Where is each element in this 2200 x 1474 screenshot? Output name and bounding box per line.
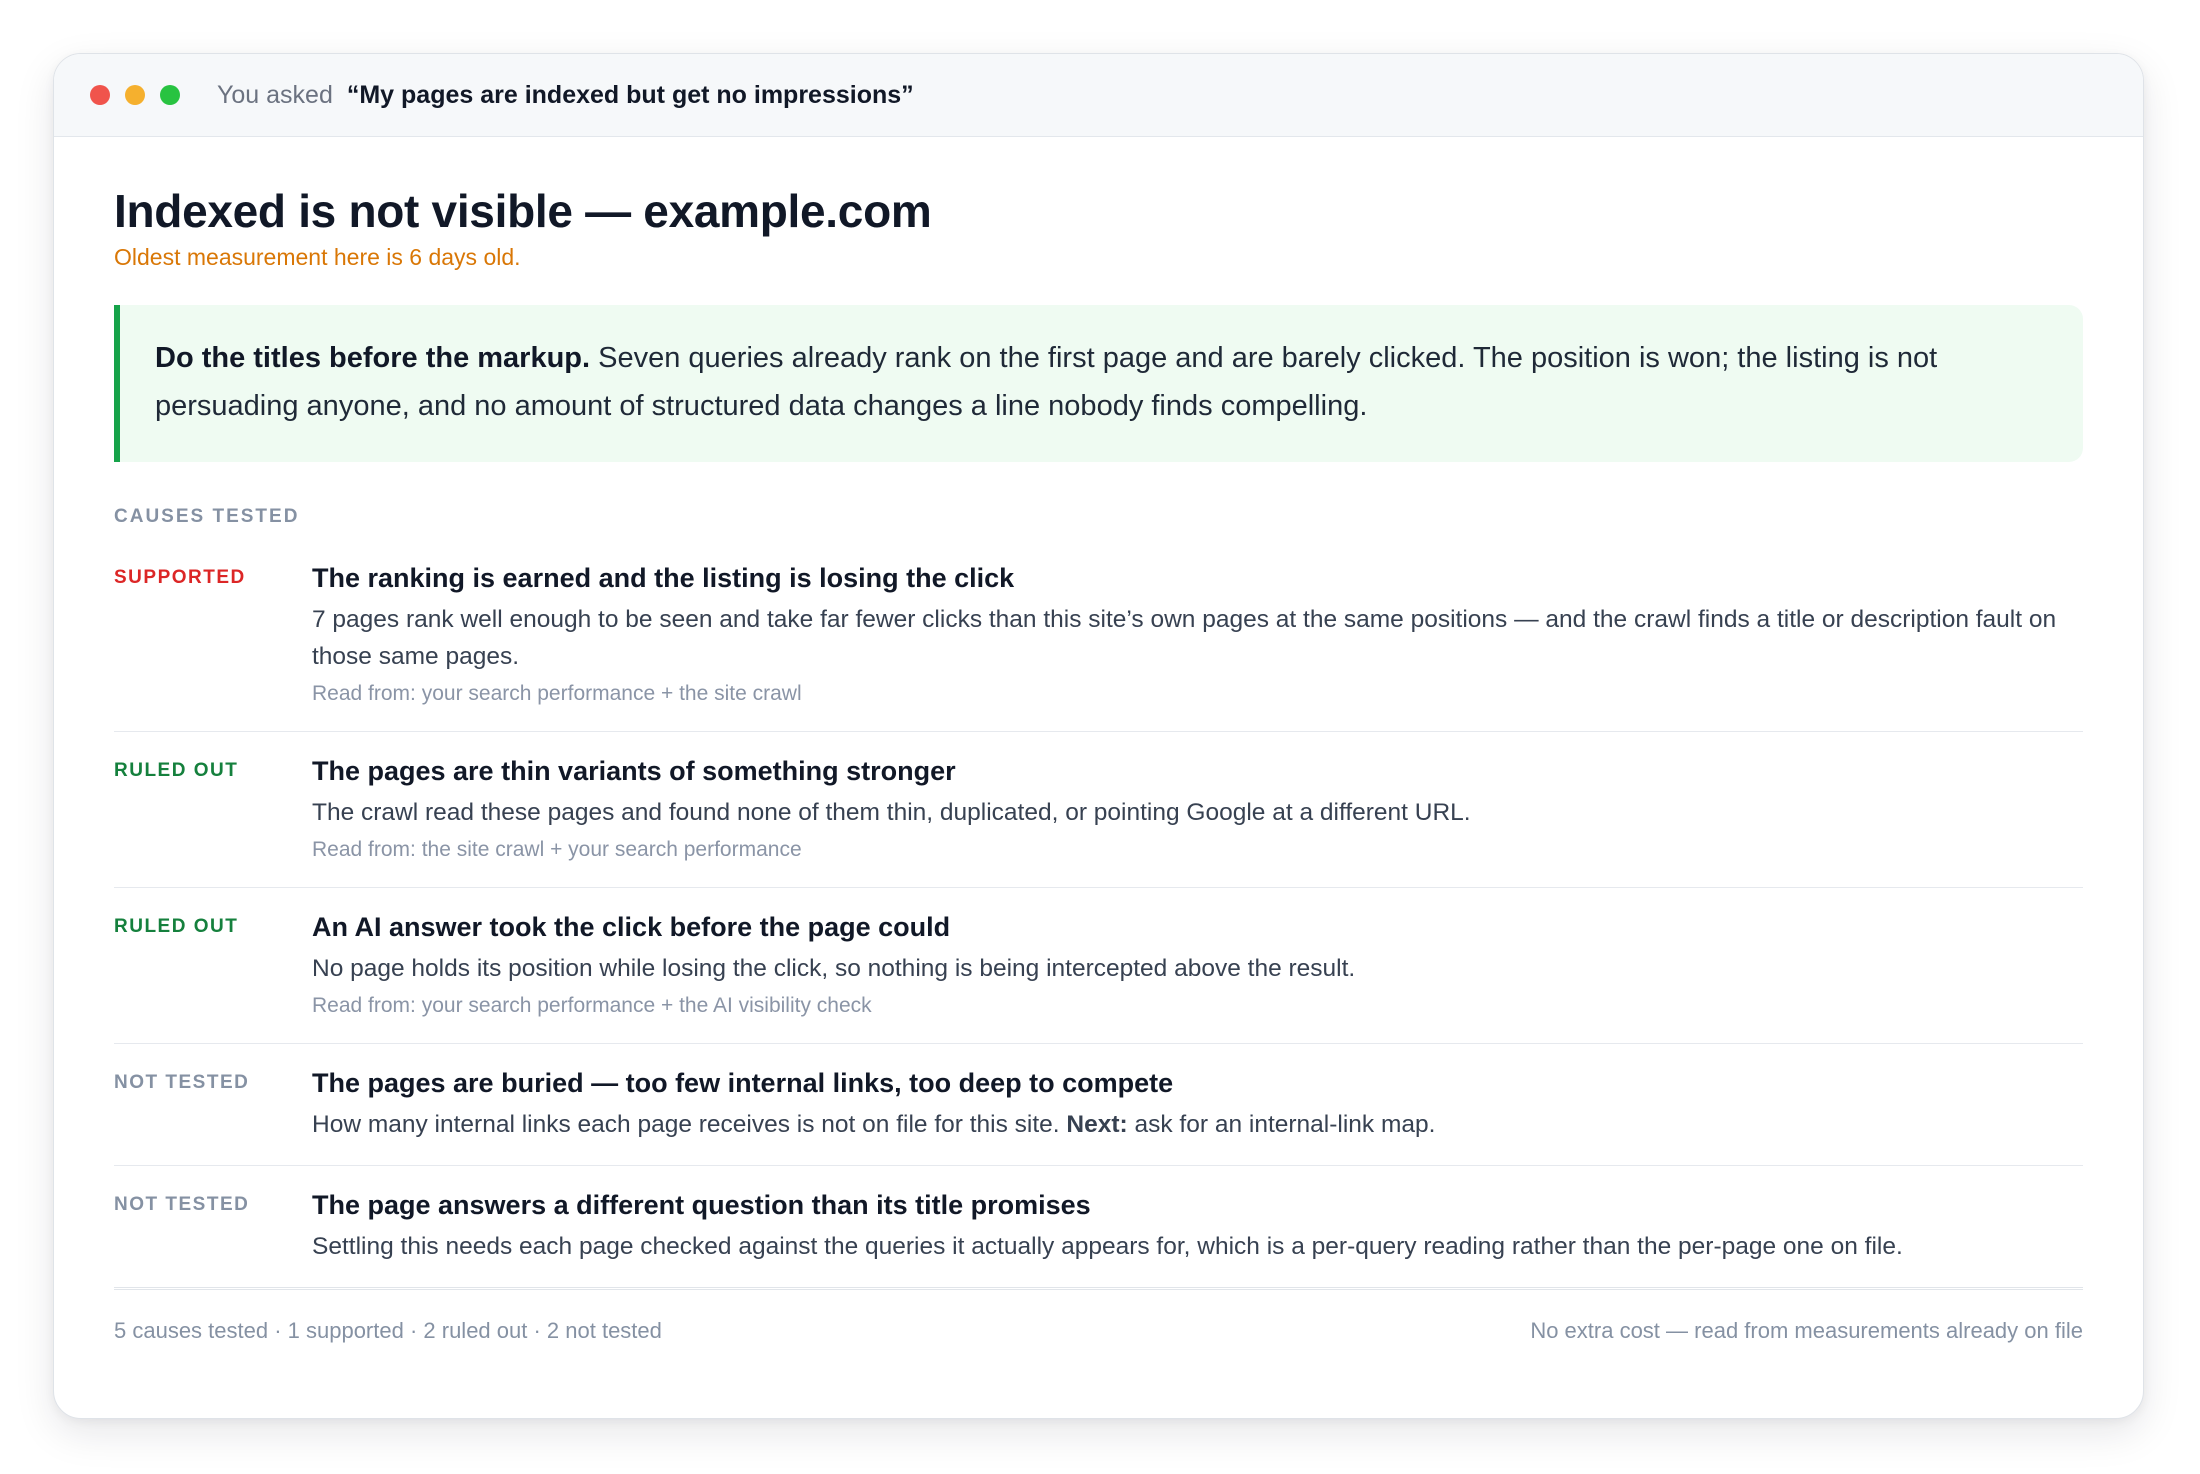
section-label: CAUSES TESTED xyxy=(114,505,300,527)
cause-source: Read from: your search performance + the… xyxy=(312,681,802,705)
cause-body: An AI answer took the click before the p… xyxy=(312,908,2083,1021)
cause-source: Read from: your search performance + the… xyxy=(312,993,872,1017)
window-titlebar: You asked “My pages are indexed but get … xyxy=(54,54,2143,137)
cause-description: How many internal links each page receiv… xyxy=(312,1106,2083,1143)
cause-body: The page answers a different question th… xyxy=(312,1186,2083,1265)
status-badge-supported: SUPPORTED xyxy=(114,566,246,588)
cause-title: The ranking is earned and the listing is… xyxy=(312,562,1015,593)
status-badge-ruled-out: RULED OUT xyxy=(114,759,239,781)
cause-title: An AI answer took the click before the p… xyxy=(312,911,951,942)
cause-row: SUPPORTED The ranking is earned and the … xyxy=(114,542,2083,732)
cause-row: NOT TESTED The pages are buried — too fe… xyxy=(114,1044,2083,1166)
next-step-label: Next: xyxy=(1066,1110,1128,1138)
verdict-callout: Do the titles before the markup. Seven q… xyxy=(114,304,2083,462)
close-window-button[interactable] xyxy=(90,85,110,105)
page-title: Indexed is not visible — example.com xyxy=(114,185,932,237)
freshness-warning: Oldest measurement here is 6 days old. xyxy=(114,243,521,270)
asked-label: You asked xyxy=(217,80,333,109)
summary-counts: 5 causes tested · 1 supported · 2 ruled … xyxy=(114,1317,662,1343)
maximize-window-button[interactable] xyxy=(160,85,180,105)
cause-source: Read from: the site crawl + your search … xyxy=(312,837,802,861)
report-window: You asked “My pages are indexed but get … xyxy=(53,53,2144,1419)
cause-description: 7 pages rank well enough to be seen and … xyxy=(312,605,2057,670)
cause-body: The pages are buried — too few internal … xyxy=(312,1064,2083,1143)
status-badge-not-tested: NOT TESTED xyxy=(114,1193,250,1215)
cause-title: The pages are thin variants of something… xyxy=(312,755,956,786)
status-badge-not-tested: NOT TESTED xyxy=(114,1071,250,1093)
cause-row: NOT TESTED The page answers a different … xyxy=(114,1166,2083,1290)
report-content: Indexed is not visible — example.com Old… xyxy=(54,137,2143,1344)
cause-body: The pages are thin variants of something… xyxy=(312,752,2083,865)
minimize-window-button[interactable] xyxy=(125,85,145,105)
asked-query: “My pages are indexed but get no impress… xyxy=(346,80,914,109)
status-badge-ruled-out: RULED OUT xyxy=(114,915,239,937)
cause-description: Settling this needs each page checked ag… xyxy=(312,1232,1903,1260)
cause-row: RULED OUT An AI answer took the click be… xyxy=(114,888,2083,1044)
cause-description: The crawl read these pages and found non… xyxy=(312,798,1471,826)
verdict-lead: Do the titles before the markup. xyxy=(155,341,591,374)
cause-title: The pages are buried — too few internal … xyxy=(312,1067,1174,1098)
cause-description-text: How many internal links each page receiv… xyxy=(312,1110,1067,1138)
report-footer: 5 causes tested · 1 supported · 2 ruled … xyxy=(114,1318,2083,1344)
causes-list: SUPPORTED The ranking is earned and the … xyxy=(114,542,2083,1290)
cost-note: No extra cost — read from measurements a… xyxy=(1530,1317,2083,1343)
cause-description: No page holds its position while losing … xyxy=(312,954,1356,982)
cause-row: RULED OUT The pages are thin variants of… xyxy=(114,732,2083,888)
next-step-text: ask for an internal-link map. xyxy=(1127,1110,1436,1138)
cause-body: The ranking is earned and the listing is… xyxy=(312,559,2083,709)
cause-title: The page answers a different question th… xyxy=(312,1189,1091,1220)
